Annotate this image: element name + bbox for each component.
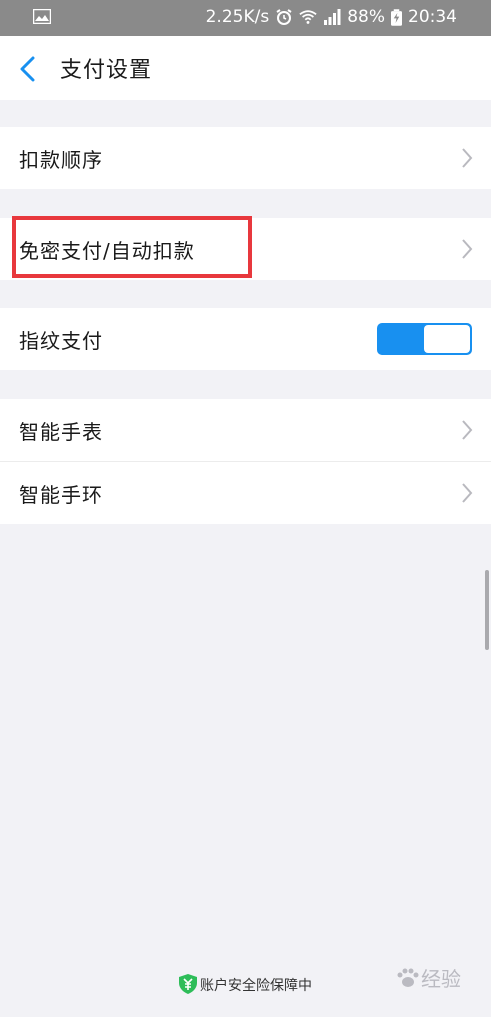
smart-watch-label: 智能手表 <box>19 420 103 444</box>
status-bar: 2.25K/s 88% 20:34 <box>0 0 491 36</box>
scrollbar[interactable] <box>485 570 489 650</box>
chevron-right-icon <box>462 239 473 259</box>
chevron-right-icon <box>462 483 473 503</box>
smart-band-item[interactable]: 智能手环 <box>0 462 491 524</box>
smart-band-label: 智能手环 <box>19 483 103 507</box>
chevron-left-icon[interactable] <box>16 56 40 82</box>
deduction-order-label: 扣款顺序 <box>19 148 103 172</box>
network-speed: 2.25K/s <box>205 7 270 27</box>
smart-watch-item[interactable]: 智能手表 <box>0 399 491 462</box>
shield-yen-icon <box>179 974 197 994</box>
settings-group-wearables: 智能手表 智能手环 <box>0 399 491 524</box>
chevron-right-icon <box>462 420 473 440</box>
settings-group-order: 扣款顺序 <box>0 127 491 189</box>
battery-percent: 88% <box>347 7 385 27</box>
highlight-box <box>12 216 252 278</box>
signal-icon <box>324 9 341 25</box>
nav-bar: 支付设置 <box>0 36 491 100</box>
wifi-icon <box>299 10 317 24</box>
clock: 20:34 <box>408 7 457 27</box>
page-title: 支付设置 <box>60 58 153 83</box>
alarm-icon <box>276 9 292 25</box>
image-icon <box>33 9 51 24</box>
status-right: 2.25K/s 88% 20:34 <box>206 7 457 27</box>
deduction-order-item[interactable]: 扣款顺序 <box>0 127 491 189</box>
fingerprint-item: 指纹支付 <box>0 308 491 370</box>
fingerprint-label: 指纹支付 <box>19 329 103 353</box>
paw-logo-icon <box>397 968 419 987</box>
settings-group-fingerprint: 指纹支付 <box>0 308 491 370</box>
toggle-knob <box>424 325 470 353</box>
chevron-right-icon <box>462 148 473 168</box>
battery-charging-icon <box>391 8 402 26</box>
watermark: 经验 <box>395 963 461 992</box>
security-text: 账户安全险保障中 <box>200 978 312 994</box>
watermark-text: 经验 <box>421 967 461 991</box>
fingerprint-toggle[interactable] <box>377 323 472 355</box>
